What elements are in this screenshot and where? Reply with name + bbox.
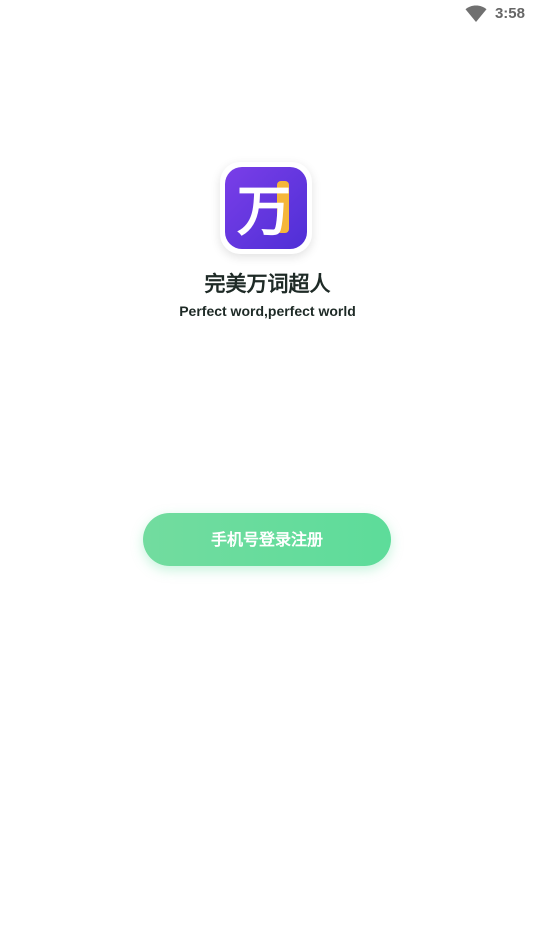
status-time: 3:58 xyxy=(494,5,525,22)
logo-glyph: 万 xyxy=(237,180,291,243)
app-title: 完美万词超人 xyxy=(204,272,331,296)
app-logo: 万 xyxy=(220,162,312,254)
status-bar: 3:58 xyxy=(0,0,535,28)
app-slogan: Perfect word,perfect world xyxy=(179,303,356,319)
wifi-icon xyxy=(465,5,487,23)
phone-login-register-button[interactable]: 手机号登录注册 xyxy=(143,513,391,566)
